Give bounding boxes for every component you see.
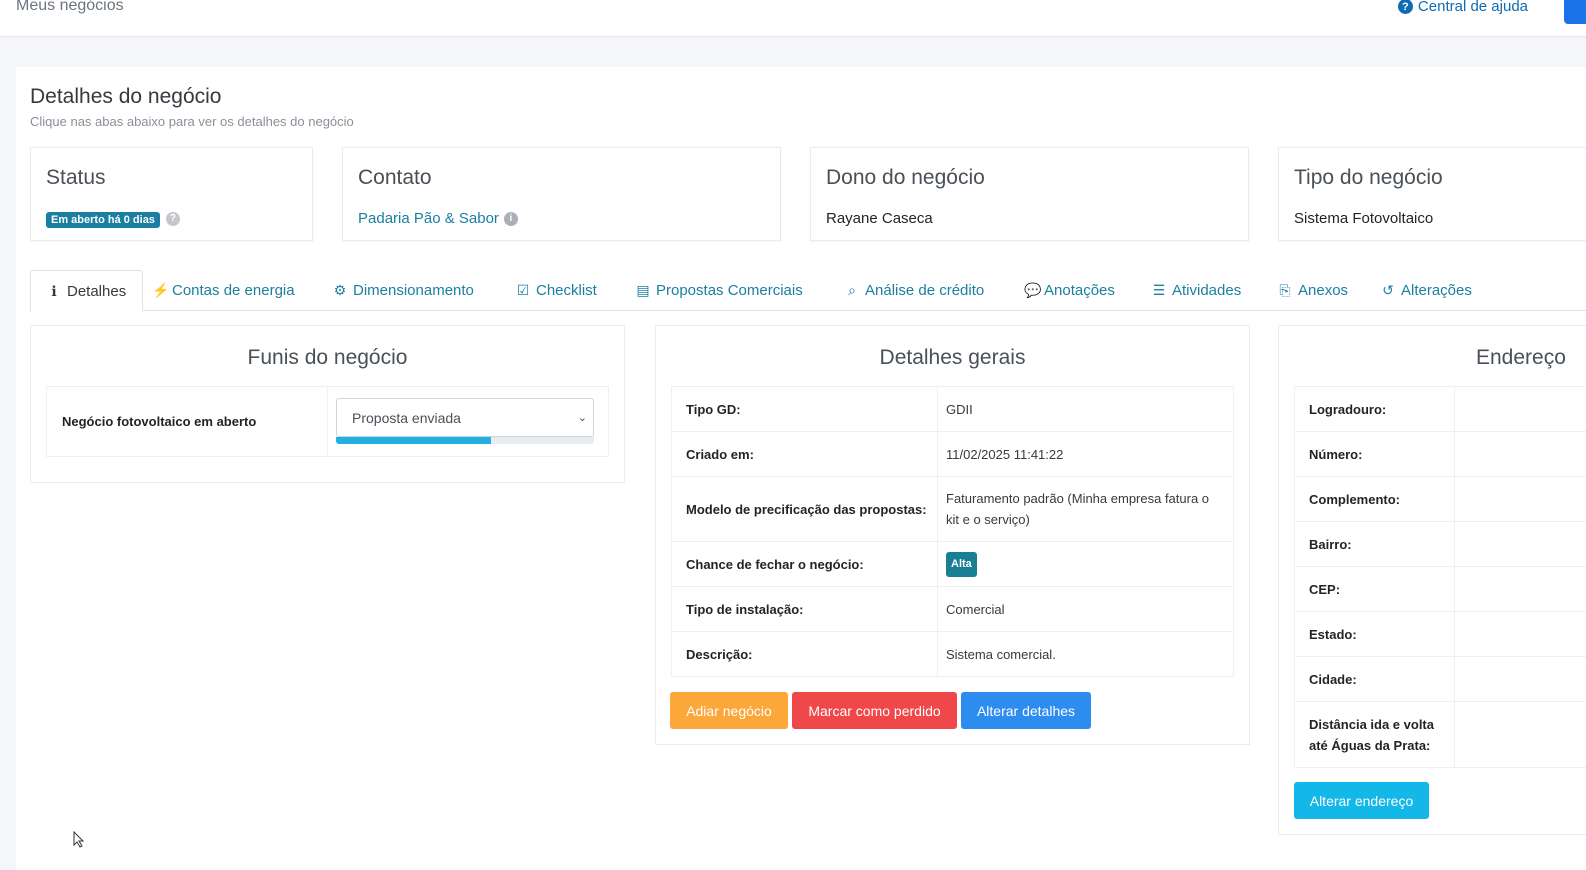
status-card-label: Status bbox=[46, 166, 106, 189]
funnel-progress-fill bbox=[336, 437, 491, 444]
tab-contas-de-energia[interactable]: ⚡ Contas de energia bbox=[136, 270, 311, 311]
owner-name: Rayane Caseca bbox=[826, 210, 933, 227]
contact-link[interactable]: Padaria Pão & Sabor bbox=[358, 210, 499, 227]
paperclip-icon: ⎘ bbox=[1279, 282, 1291, 298]
search-icon: ⌕ bbox=[848, 282, 856, 298]
list-icon: ☰ bbox=[1152, 282, 1166, 298]
tab-checklist[interactable]: ☑ Checklist bbox=[500, 270, 613, 311]
business-type-value: Sistema Fotovoltaico bbox=[1294, 210, 1434, 227]
table-row: Chance de fechar o negócio: Alta bbox=[671, 541, 1234, 587]
help-link-label: Central de ajuda bbox=[1417, 0, 1528, 15]
table-row: Descrição: Sistema comercial. bbox=[671, 631, 1234, 677]
plug-icon: ⚡ bbox=[152, 282, 170, 298]
edit-details-button[interactable]: Alterar detalhes bbox=[961, 692, 1091, 729]
contact-card: Contato Padaria Pão & Sabor i bbox=[342, 147, 781, 241]
general-details-title: Detalhes gerais bbox=[879, 346, 1026, 369]
tab-atividades[interactable]: ☰ Atividades bbox=[1136, 270, 1257, 311]
top-bar: Meus negócios ? Central de ajuda bbox=[0, 0, 1586, 37]
funnel-progress-bar bbox=[336, 437, 594, 444]
table-row: Criado em: 11/02/2025 11:41:22 bbox=[671, 431, 1234, 477]
funnel-name: Negócio fotovoltaico em aberto bbox=[47, 387, 328, 456]
question-circle-icon[interactable]: ? bbox=[165, 212, 180, 227]
chevron-down-icon: ⌄ bbox=[577, 412, 587, 424]
table-row: Bairro: bbox=[1294, 521, 1586, 567]
status-card: Status Em aberto há 0 dias? bbox=[30, 147, 313, 241]
tab-detalhes[interactable]: ℹ Detalhes bbox=[30, 270, 144, 312]
table-row: Número: bbox=[1294, 431, 1586, 477]
business-type-card: Tipo do negócio Sistema Fotovoltaico bbox=[1278, 147, 1586, 241]
business-type-label: Tipo do negócio bbox=[1294, 166, 1443, 189]
mark-lost-button[interactable]: Marcar como perdido bbox=[792, 692, 957, 729]
funnels-title: Funis do negócio bbox=[247, 346, 408, 369]
help-link[interactable]: ? Central de ajuda bbox=[1397, 0, 1528, 15]
chance-badge: Alta bbox=[946, 551, 977, 577]
main-content: Detalhes do negócio Clique nas abas abai… bbox=[16, 67, 1586, 870]
top-right-button[interactable] bbox=[1564, 0, 1586, 24]
table-row: Estado: bbox=[1294, 611, 1586, 657]
table-row: Cidade: bbox=[1294, 656, 1586, 702]
document-icon: ▤ bbox=[636, 282, 650, 298]
funnel-stage-select[interactable]: Proposta enviada ⌄ bbox=[336, 398, 594, 437]
contact-card-label: Contato bbox=[358, 166, 432, 189]
table-row: Distância ida e volta até Águas da Prata… bbox=[1294, 701, 1586, 768]
page-subtitle: Clique nas abas abaixo para ver os detal… bbox=[30, 114, 354, 129]
tab-anexos[interactable]: ⎘ Anexos bbox=[1262, 270, 1364, 311]
breadcrumb[interactable]: Meus negócios bbox=[16, 0, 124, 15]
owner-card-label: Dono do negócio bbox=[826, 166, 985, 189]
tab-alteracoes[interactable]: ↺ Alterações bbox=[1365, 270, 1488, 311]
table-row: Modelo de precificação das propostas: Fat… bbox=[671, 476, 1234, 542]
checkbox-icon: ☑ bbox=[516, 282, 530, 298]
table-row: Tipo de instalação: Comercial bbox=[671, 586, 1234, 632]
cog-icon: ⚙ bbox=[333, 282, 347, 298]
question-circle-icon: ? bbox=[1397, 0, 1413, 14]
table-row: Logradouro: bbox=[1294, 386, 1586, 432]
tab-dimensionamento[interactable]: ⚙ Dimensionamento bbox=[317, 270, 490, 311]
funnel-row: Negócio fotovoltaico em aberto Proposta … bbox=[46, 386, 609, 457]
table-row: Tipo GD: GDII bbox=[671, 386, 1234, 432]
tab-analise-de-credito[interactable]: ⌕ Análise de crédito bbox=[829, 270, 1000, 311]
status-badge: Em aberto há 0 dias bbox=[46, 212, 160, 228]
mouse-cursor-icon bbox=[73, 831, 85, 848]
page-title: Detalhes do negócio bbox=[30, 85, 222, 108]
address-table: Logradouro: Número: Complemento: Bairro:… bbox=[1294, 386, 1586, 768]
general-details-panel: Detalhes gerais Tipo GD: GDII Criado em: 1… bbox=[655, 325, 1250, 745]
tab-bar: ℹ Detalhes ⚡ Contas de energia ⚙ Dimensiona… bbox=[30, 270, 1586, 312]
comment-icon: 💬 bbox=[1024, 282, 1042, 298]
table-row: CEP: bbox=[1294, 566, 1586, 612]
funnel-stage-value: Proposta enviada bbox=[352, 409, 461, 426]
info-icon: ℹ bbox=[51, 282, 57, 299]
info-circle-icon[interactable]: i bbox=[503, 212, 518, 227]
postpone-deal-button[interactable]: Adiar negócio bbox=[670, 692, 788, 729]
tab-propostas-comerciais[interactable]: ▤ Propostas Comerciais bbox=[620, 270, 819, 311]
funnels-panel: Funis do negócio Negócio fotovoltaico em… bbox=[30, 325, 625, 483]
table-row: Complemento: bbox=[1294, 476, 1586, 522]
history-icon: ↺ bbox=[1382, 282, 1394, 298]
address-panel: Endereço Logradouro: Número: Complemento… bbox=[1278, 325, 1586, 835]
address-title: Endereço bbox=[1476, 346, 1566, 369]
general-details-table: Tipo GD: GDII Criado em: 11/02/2025 11:41:… bbox=[671, 386, 1234, 677]
tab-anotacoes[interactable]: 💬 Anotações bbox=[1008, 270, 1131, 311]
edit-address-button[interactable]: Alterar endereço bbox=[1294, 782, 1429, 819]
owner-card: Dono do negócio Rayane Caseca bbox=[810, 147, 1249, 241]
